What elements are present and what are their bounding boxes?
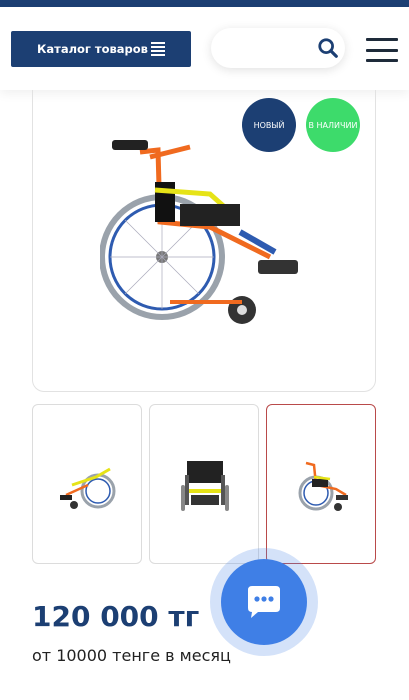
wheelchair-front-thumbnail bbox=[181, 461, 229, 511]
site-header: Каталог товаров bbox=[0, 7, 409, 90]
product-price: 120 000 тг bbox=[32, 600, 200, 633]
catalog-button[interactable]: Каталог товаров bbox=[11, 31, 191, 67]
chat-bubble-icon bbox=[248, 586, 280, 618]
wheelchair-side-thumbnail bbox=[298, 461, 348, 511]
search-box bbox=[211, 28, 345, 68]
gallery-thumbnail[interactable] bbox=[32, 404, 142, 564]
in-stock-badge: В НАЛИЧИИ bbox=[306, 98, 360, 152]
list-icon bbox=[151, 42, 165, 56]
chat-button[interactable] bbox=[221, 559, 307, 645]
installment-text: от 10000 тенге в месяц bbox=[32, 646, 231, 665]
gallery-thumbnail[interactable] bbox=[149, 404, 259, 564]
search-icon[interactable] bbox=[317, 37, 339, 59]
catalog-button-label: Каталог товаров bbox=[37, 42, 148, 56]
top-strip bbox=[0, 0, 409, 7]
hamburger-menu-icon[interactable] bbox=[366, 38, 398, 62]
wheelchair-image bbox=[100, 140, 298, 324]
wheelchair-side-thumbnail bbox=[60, 467, 116, 509]
search-input[interactable] bbox=[225, 36, 309, 62]
gallery-thumbnail-selected[interactable] bbox=[266, 404, 376, 564]
